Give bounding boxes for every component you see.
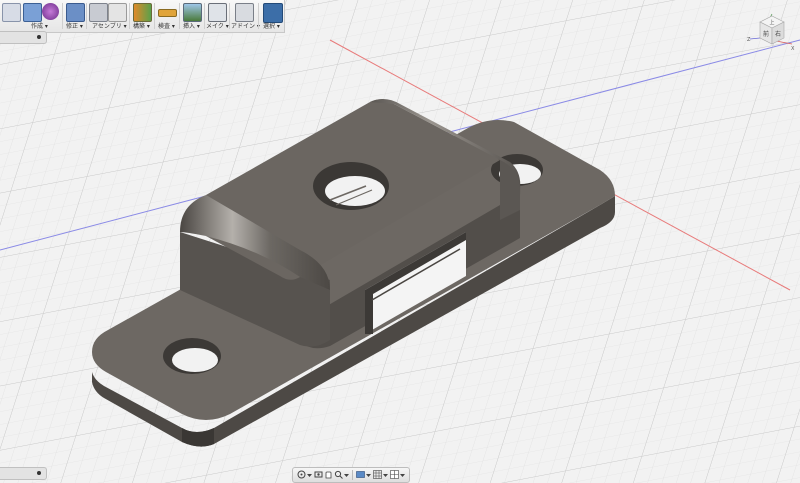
create-sphere-icon [42,3,59,20]
display-settings-icon[interactable] [356,470,365,479]
toolbar-separator [229,3,230,29]
grid-dropdown-icon[interactable] [383,470,388,479]
viewcube-front-label: 前 [763,30,769,38]
toolbar-label-insert: 挿入 ▾ [183,23,200,30]
zoom-dropdown-icon[interactable] [344,470,349,479]
pan-icon[interactable] [324,470,333,479]
toolbar-group-inspect[interactable]: 検査 ▾ [156,0,178,32]
toolbar-label-assemble: アセンブリ ▾ [92,23,127,30]
toolbar-label-create: 作成 ▾ [31,23,48,30]
create-icon [23,3,42,22]
toolbar-group-insert[interactable]: 挿入 ▾ [181,0,203,32]
3d-viewport[interactable] [0,0,800,483]
toolbar-label-make: メイク ▾ [206,23,229,30]
comments-panel-collapsed[interactable] [0,467,47,480]
grid-snaps-icon[interactable] [373,470,382,479]
toolbar-label-construct: 構築 ▾ [133,23,150,30]
navigation-bar [292,467,410,483]
toolbar-separator [258,3,259,29]
display-dropdown-icon[interactable] [366,470,371,479]
viewcube-x-label: X [791,46,795,52]
toolbar-group-modify[interactable]: 修正 ▾ [64,0,86,32]
toolbar-separator [179,3,180,29]
toolbar-group-assemble[interactable]: アセンブリ ▾ [88,0,128,32]
toolbar-group-construct[interactable]: 構築 ▾ [131,0,153,32]
browser-pin-icon[interactable] [37,35,41,39]
zoom-icon[interactable] [334,470,343,479]
viewports-icon[interactable] [390,470,399,479]
toolbar-separator [154,3,155,29]
toolbar-separator [86,3,87,29]
assemble-icon [89,3,108,22]
orbit-dropdown-icon[interactable] [307,470,312,479]
addins-icon [235,3,254,22]
toolbar-separator [129,3,130,29]
make-icon [208,3,227,22]
joint-icon [108,3,127,22]
toolbar-label-select: 選択 ▾ [263,23,280,30]
toolbar-separator [62,3,63,29]
toolbar-label-modify: 修正 ▾ [66,23,83,30]
viewcube-top-label: 上 [769,19,774,26]
nav-separator [352,470,353,480]
insert-icon [183,3,202,22]
modify-icon [66,3,85,22]
sketch-tool[interactable] [0,0,22,32]
viewcube-right-label: 右 [775,30,781,38]
inspect-icon [158,9,177,17]
toolbar-group-select[interactable]: 選択 ▾ [260,0,284,32]
comments-pin-icon[interactable] [37,471,41,475]
viewports-dropdown-icon[interactable] [400,470,405,479]
orbit-icon[interactable] [297,470,306,479]
viewcube-z-axis [749,37,761,40]
viewcube[interactable]: 上 前 右 Z X [742,8,796,58]
viewcube-z-label: Z [747,37,751,43]
toolbar-separator [204,3,205,29]
browser-panel-collapsed[interactable] [0,31,47,44]
look-at-icon[interactable] [314,470,323,479]
toolbar-group-addins[interactable]: アドイン ▾ [231,0,260,32]
toolbar-label-addins: アドイン ▾ [231,23,260,30]
toolbar: 作成 ▾ 修正 ▾ アセンブリ ▾ 構築 ▾ 検査 ▾ 挿入 ▾ メイク ▾ ア… [0,0,285,33]
toolbar-group-make[interactable]: メイク ▾ [206,0,229,32]
sketch-icon [2,3,21,22]
toolbar-group-create[interactable]: 作成 ▾ [22,0,62,32]
construct-icon [133,3,152,22]
toolbar-label-inspect: 検査 ▾ [158,23,175,30]
select-icon [263,3,283,23]
